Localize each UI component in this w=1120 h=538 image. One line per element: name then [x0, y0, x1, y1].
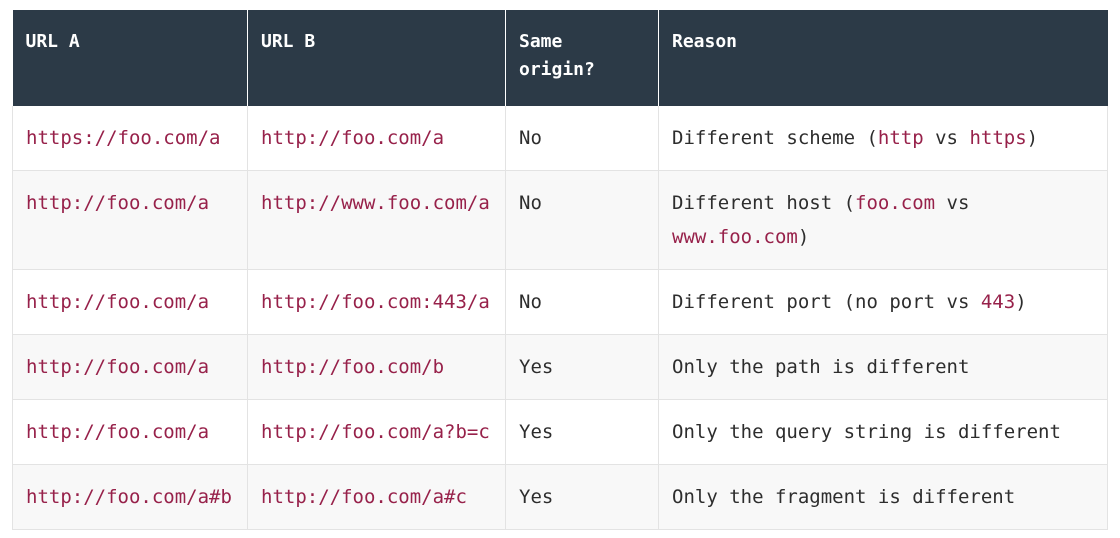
url-b-code: http://foo.com:443/a — [261, 291, 490, 313]
reason-text: Different scheme ( — [672, 127, 878, 149]
table-row: http://foo.com/a http://foo.com/b Yes On… — [12, 334, 1108, 400]
table-row: https://foo.com/a http://foo.com/a No Di… — [12, 106, 1108, 171]
url-b-cell: http://foo.com/b — [247, 334, 506, 400]
url-a-cell: http://foo.com/a — [12, 334, 248, 400]
url-a-cell: http://foo.com/a — [12, 269, 248, 335]
header-row: URL A URL B Same origin? Reason — [12, 10, 1108, 106]
reason-text: ) — [1026, 127, 1039, 149]
url-b-code: http://foo.com/b — [261, 356, 445, 378]
reason-text: vs — [923, 127, 970, 149]
reason-code: https — [969, 127, 1027, 149]
same-origin-cell: Yes — [505, 464, 659, 530]
reason-cell: Only the query string is different — [658, 399, 1108, 465]
same-origin-table: URL A URL B Same origin? Reason https://… — [12, 10, 1108, 530]
table-row: http://foo.com/a http://www.foo.com/a No… — [12, 170, 1108, 270]
reason-cell: Different host (foo.com vs www.foo.com) — [658, 170, 1108, 270]
same-origin-cell: Yes — [505, 399, 659, 465]
url-a-cell: http://foo.com/a#b — [12, 464, 248, 530]
reason-code: http — [877, 127, 924, 149]
reason-cell: Different port (no port vs 443) — [658, 269, 1108, 335]
reason-cell: Only the path is different — [658, 334, 1108, 400]
reason-text: vs — [935, 192, 970, 214]
reason-text: ) — [797, 226, 810, 248]
table-row: http://foo.com/a http://foo.com/a?b=c Ye… — [12, 399, 1108, 465]
table-header: URL A URL B Same origin? Reason — [12, 10, 1108, 106]
url-b-code: http://foo.com/a — [261, 127, 445, 149]
reason-code: foo.com — [855, 192, 936, 214]
reason-cell: Different scheme (http vs https) — [658, 106, 1108, 171]
url-a-cell: http://foo.com/a — [12, 170, 248, 270]
reason-text: Different host ( — [672, 192, 856, 214]
url-b-code: http://foo.com/a?b=c — [261, 421, 490, 443]
same-origin-cell: Yes — [505, 334, 659, 400]
same-origin-cell: No — [505, 170, 659, 270]
url-a-cell: http://foo.com/a — [12, 399, 248, 465]
header-url-b: URL B — [247, 10, 506, 106]
url-b-cell: http://foo.com/a — [247, 106, 506, 171]
reason-code: www.foo.com — [672, 226, 798, 248]
url-a-cell: https://foo.com/a — [12, 106, 248, 171]
same-origin-cell: No — [505, 106, 659, 171]
url-a-code: http://foo.com/a — [26, 356, 210, 378]
header-same-origin: Same origin? — [505, 10, 659, 106]
url-b-code: http://www.foo.com/a — [261, 192, 490, 214]
header-url-a: URL A — [12, 10, 248, 106]
same-origin-cell: No — [505, 269, 659, 335]
header-reason: Reason — [658, 10, 1108, 106]
url-a-code: http://foo.com/a — [26, 192, 210, 214]
reason-cell: Only the fragment is different — [658, 464, 1108, 530]
url-b-cell: http://foo.com/a#c — [247, 464, 506, 530]
url-b-cell: http://www.foo.com/a — [247, 170, 506, 270]
reason-code: 443 — [980, 291, 1016, 313]
url-a-code: http://foo.com/a#b — [26, 486, 232, 508]
reason-text: Only the query string is different — [672, 421, 1061, 443]
reason-text: Only the fragment is different — [672, 486, 1016, 508]
reason-text: Only the path is different — [672, 356, 970, 378]
url-a-code: https://foo.com/a — [26, 127, 221, 149]
table-row: http://foo.com/a#b http://foo.com/a#c Ye… — [12, 464, 1108, 530]
reason-text: ) — [1015, 291, 1027, 313]
url-a-code: http://foo.com/a — [26, 421, 210, 443]
url-b-cell: http://foo.com:443/a — [247, 269, 506, 335]
reason-text: Different port (no port vs — [672, 291, 981, 313]
url-a-code: http://foo.com/a — [26, 291, 210, 313]
table-body: https://foo.com/a http://foo.com/a No Di… — [12, 106, 1108, 530]
url-b-code: http://foo.com/a#c — [261, 486, 467, 508]
table-row: http://foo.com/a http://foo.com:443/a No… — [12, 269, 1108, 335]
url-b-cell: http://foo.com/a?b=c — [247, 399, 506, 465]
